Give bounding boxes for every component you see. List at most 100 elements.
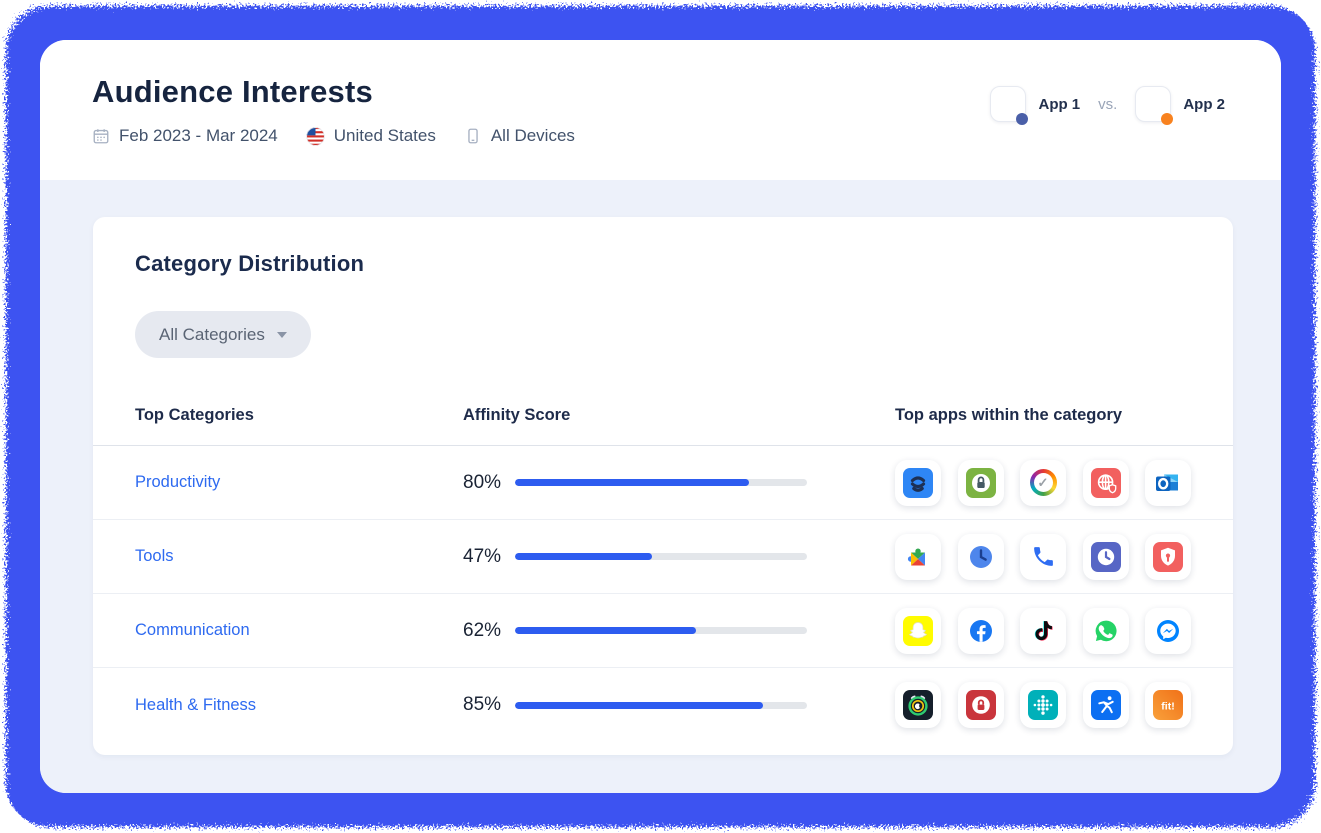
table-row: Communication 62% (93, 594, 1233, 668)
shield-red-icon (1153, 542, 1183, 572)
vs-label: vs. (1098, 96, 1117, 113)
affinity-bar-track (515, 627, 807, 634)
messenger-icon (1153, 616, 1183, 646)
category-link[interactable]: Productivity (135, 473, 463, 492)
app-icon[interactable] (1145, 460, 1191, 506)
app2-label: App 2 (1183, 96, 1225, 113)
affinity-score-cell: 80% (463, 472, 895, 494)
app-icon[interactable] (895, 608, 941, 654)
app-icon[interactable] (958, 534, 1004, 580)
affinity-bar-fill (515, 553, 652, 560)
sleep-alarm-icon (903, 690, 933, 720)
app-icon[interactable] (1020, 534, 1066, 580)
table-row: Productivity 80% ✓ (93, 446, 1233, 520)
app1-color-dot (1016, 113, 1028, 125)
layers-blue-icon (903, 468, 933, 498)
mobile-device-icon (464, 127, 482, 145)
category-link[interactable]: Communication (135, 621, 463, 640)
top-apps-cell: fit! (895, 682, 1191, 728)
content-area: Category Distribution All Categories Top… (40, 180, 1281, 793)
app-icon[interactable]: ✓ (1020, 460, 1066, 506)
table-header-row: Top Categories Affinity Score Top apps w… (93, 406, 1233, 446)
clock-blue-icon (966, 542, 996, 572)
app-icon[interactable] (1083, 534, 1129, 580)
app2-icon-placeholder[interactable] (1135, 86, 1171, 122)
app-icon[interactable] (958, 682, 1004, 728)
app-icon[interactable] (958, 608, 1004, 654)
affinity-score-value: 85% (463, 694, 515, 716)
filters-row: Feb 2023 - Mar 2024 United States All De… (92, 126, 575, 146)
clock-indigo-icon (1091, 542, 1121, 572)
table-row: Health & Fitness 85% fit! (93, 668, 1233, 742)
app-compare-widget: App 1 vs. App 2 (990, 86, 1225, 122)
play-services-icon (903, 542, 933, 572)
top-apps-cell: ✓ (895, 460, 1191, 506)
app-icon[interactable] (1083, 460, 1129, 506)
top-apps-cell (895, 534, 1191, 580)
column-header-affinity: Affinity Score (463, 406, 895, 425)
category-distribution-card: Category Distribution All Categories Top… (93, 217, 1233, 755)
app-icon[interactable] (1145, 534, 1191, 580)
affinity-bar-track (515, 479, 807, 486)
whatsapp-icon (1091, 616, 1121, 646)
category-link[interactable]: Health & Fitness (135, 696, 463, 715)
category-link[interactable]: Tools (135, 547, 463, 566)
svg-text:fit!: fit! (1161, 701, 1174, 713)
page-title: Audience Interests (92, 74, 575, 110)
myfitnesspal-icon (1091, 690, 1121, 720)
app-icon[interactable] (1083, 608, 1129, 654)
phone-blue-icon (1031, 544, 1056, 569)
header-bar: Audience Interests Feb 2023 - Mar 2024 U… (40, 40, 1281, 180)
country-label: United States (334, 126, 436, 146)
devices-filter[interactable]: All Devices (464, 126, 575, 146)
column-header-top-apps: Top apps within the category (895, 406, 1191, 425)
affinity-bar-fill (515, 479, 749, 486)
app1-label: App 1 (1038, 96, 1080, 113)
snapchat-icon (903, 616, 933, 646)
app2-color-dot (1161, 113, 1173, 125)
affinity-score-value: 47% (463, 546, 515, 568)
country-filter[interactable]: United States (306, 126, 436, 146)
applock-green-icon (966, 468, 996, 498)
app1-icon-placeholder[interactable] (990, 86, 1026, 122)
top-apps-cell (895, 608, 1191, 654)
facebook-icon (966, 616, 996, 646)
app-icon[interactable] (895, 682, 941, 728)
devices-label: All Devices (491, 126, 575, 146)
affinity-bar-fill (515, 702, 763, 709)
lock-red-icon (966, 690, 996, 720)
title-block: Audience Interests Feb 2023 - Mar 2024 U… (92, 74, 575, 146)
app-icon[interactable] (895, 534, 941, 580)
fitbit-icon (1028, 690, 1058, 720)
app-icon[interactable] (1083, 682, 1129, 728)
table-row: Tools 47% (93, 520, 1233, 594)
category-filter-label: All Categories (159, 325, 265, 345)
us-flag-icon (306, 127, 325, 146)
category-filter-dropdown[interactable]: All Categories (135, 311, 311, 358)
affinity-score-value: 62% (463, 620, 515, 642)
affinity-score-cell: 85% (463, 694, 895, 716)
app-icon[interactable] (1020, 608, 1066, 654)
app-icon[interactable] (1145, 608, 1191, 654)
chevron-down-icon (277, 332, 287, 338)
affinity-score-value: 80% (463, 472, 515, 494)
date-range-filter[interactable]: Feb 2023 - Mar 2024 (92, 126, 278, 146)
affinity-score-cell: 47% (463, 546, 895, 568)
card-title: Category Distribution (135, 251, 1233, 277)
fit-orange-icon: fit! (1153, 690, 1183, 720)
app-icon[interactable]: fit! (1145, 682, 1191, 728)
app-icon[interactable] (895, 460, 941, 506)
affinity-bar-track (515, 553, 807, 560)
affinity-score-cell: 62% (463, 620, 895, 642)
calendar-icon (92, 127, 110, 145)
app-window: Audience Interests Feb 2023 - Mar 2024 U… (40, 40, 1281, 793)
app-icon[interactable] (1020, 682, 1066, 728)
affinity-bar-track (515, 702, 807, 709)
app-icon[interactable] (958, 460, 1004, 506)
ring-check-icon: ✓ (1030, 469, 1057, 496)
affinity-bar-fill (515, 627, 696, 634)
outlook-icon (1153, 468, 1183, 498)
globe-shield-red-icon (1091, 468, 1121, 498)
tiktok-icon (1031, 618, 1056, 643)
column-header-categories: Top Categories (135, 406, 463, 425)
